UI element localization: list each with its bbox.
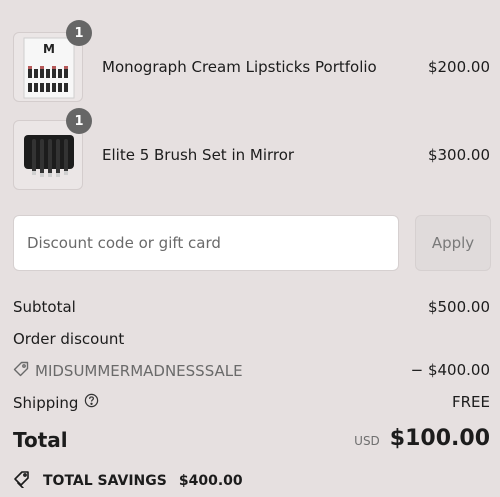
quantity-badge: 1	[66, 20, 92, 46]
discount-code-row: MIDSUMMERMADNESSSALE − $400.00	[13, 361, 490, 385]
savings-value: $400.00	[178, 473, 243, 489]
apply-discount-button[interactable]: Apply	[415, 215, 491, 271]
shipping-row: Shipping FREE	[13, 393, 490, 417]
total-savings: TOTAL SAVINGS $400.00	[13, 470, 243, 492]
quantity-badge: 1	[66, 108, 92, 134]
savings-tag-icon	[13, 470, 33, 492]
applied-discount-code: MIDSUMMERMADNESSSALE	[35, 362, 243, 380]
total-label: Total	[13, 428, 68, 452]
product-price: $300.00	[427, 146, 490, 164]
line-item-lipstick-portfolio: M 1 Monograph Cream Lipsticks Portfolio …	[0, 20, 500, 108]
tag-icon	[13, 361, 29, 381]
product-name: Monograph Cream Lipsticks Portfolio	[102, 58, 377, 76]
subtotal-row: Subtotal $500.00	[13, 298, 490, 322]
shipping-label: Shipping	[13, 393, 79, 412]
product-logo-text: M	[43, 42, 55, 56]
order-discount-label: Order discount	[13, 330, 125, 348]
discount-code-input[interactable]	[13, 215, 399, 271]
product-price: $200.00	[427, 58, 490, 76]
currency-code: USD	[354, 434, 380, 448]
product-name: Elite 5 Brush Set in Mirror	[102, 146, 295, 164]
subtotal-label: Subtotal	[13, 298, 76, 316]
order-discount-row: Order discount	[13, 330, 490, 354]
discount-amount: − $400.00	[410, 361, 490, 379]
help-circle-icon[interactable]	[84, 393, 99, 412]
subtotal-value: $500.00	[427, 298, 490, 316]
line-item-brush-set: 1 Elite 5 Brush Set in Mirror $300.00	[0, 108, 500, 196]
shipping-value: FREE	[451, 393, 490, 411]
total-value: $100.00	[389, 426, 490, 451]
savings-label: TOTAL SAVINGS	[43, 473, 167, 489]
total-row: Total USD $100.00	[13, 426, 490, 458]
